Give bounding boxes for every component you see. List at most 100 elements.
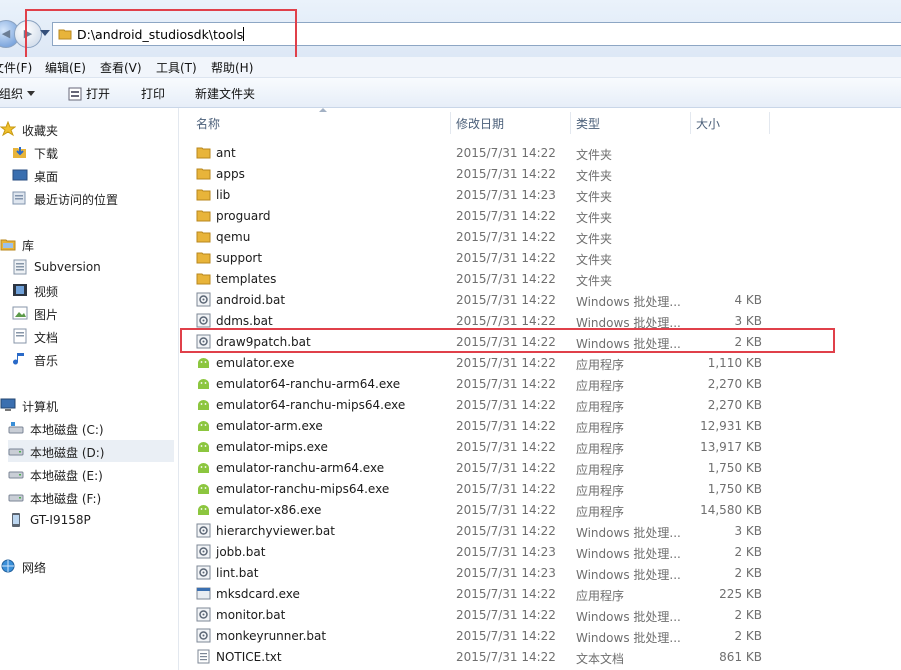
pane-splitter[interactable] xyxy=(178,108,185,670)
file-row[interactable]: monkeyrunner.bat 2015/7/31 14:22 Windows 批… xyxy=(190,625,830,646)
nav-music-label: 音乐 xyxy=(34,354,59,368)
file-row[interactable]: emulator-arm.exe 2015/7/31 14:22 应用程序 12,93… xyxy=(190,415,830,436)
file-type: 文件夹 xyxy=(576,169,613,183)
nav-drive-f-label: 本地磁盘 (F:) xyxy=(30,492,102,506)
file-row[interactable]: hierarchyviewer.bat 2015/7/31 14:22 Window… xyxy=(190,520,830,541)
nav-favorites-label: 收藏夹 xyxy=(22,124,59,138)
nav-device-phone[interactable]: GT-I9158P xyxy=(8,509,172,531)
organize-button[interactable]: 组织 xyxy=(0,85,36,102)
file-row[interactable]: emulator.exe 2015/7/31 14:22 应用程序 1,110 KB xyxy=(190,352,830,373)
file-size: 2,270 KB xyxy=(707,398,762,412)
file-name: apps xyxy=(216,167,245,181)
nav-drive-f[interactable]: 本地磁盘 (F:) xyxy=(8,486,172,508)
nav-desktop-label: 桌面 xyxy=(34,170,59,184)
navigation-pane: 收藏夹 下载 桌面 最近访问的位置 库 Subversion 视频 图片 文档 … xyxy=(0,108,178,670)
file-type: Windows 批处理... xyxy=(576,547,681,561)
system-drive-icon xyxy=(8,422,24,434)
nav-downloads[interactable]: 下载 xyxy=(12,141,172,163)
nav-recent-places-label: 最近访问的位置 xyxy=(34,193,119,207)
file-size: 1,750 KB xyxy=(707,482,762,496)
file-row[interactable]: monitor.bat 2015/7/31 14:22 Windows 批处理...… xyxy=(190,604,830,625)
menu-help[interactable]: 帮助(H) xyxy=(211,59,253,76)
column-name-header[interactable]: 名称 xyxy=(196,115,220,132)
nav-videos-label: 视频 xyxy=(34,285,59,299)
file-size: 861 KB xyxy=(719,650,762,664)
file-type: 文本文档 xyxy=(576,652,625,666)
file-row[interactable]: emulator-ranchu-arm64.exe 2015/7/31 14:22… xyxy=(190,457,830,478)
file-row[interactable]: lib 2015/7/31 14:23 文件夹 xyxy=(190,184,830,205)
video-library-icon xyxy=(13,284,27,296)
file-size: 2,270 KB xyxy=(707,377,762,391)
file-type: 文件夹 xyxy=(576,211,613,225)
menu-tools[interactable]: 工具(T) xyxy=(156,59,197,76)
column-divider[interactable] xyxy=(690,112,691,134)
new-folder-button[interactable]: 新建文件夹 xyxy=(195,85,255,102)
menu-edit[interactable]: 编辑(E) xyxy=(45,59,86,76)
file-row[interactable]: mksdcard.exe 2015/7/31 14:22 应用程序 225 KB xyxy=(190,583,830,604)
column-divider[interactable] xyxy=(450,112,451,134)
file-type: 应用程序 xyxy=(576,379,625,393)
column-divider[interactable] xyxy=(570,112,571,134)
nav-recent-places[interactable]: 最近访问的位置 xyxy=(12,187,172,209)
file-row[interactable]: proguard 2015/7/31 14:22 文件夹 xyxy=(190,205,830,226)
file-type: 应用程序 xyxy=(576,505,625,519)
file-row[interactable]: support 2015/7/31 14:22 文件夹 xyxy=(190,247,830,268)
menu-file[interactable]: 文件(F) xyxy=(0,59,32,76)
file-type: Windows 批处理... xyxy=(576,568,681,582)
android-app-icon xyxy=(198,505,209,515)
nav-drive-c[interactable]: 本地磁盘 (C:) xyxy=(8,417,172,439)
file-row[interactable]: apps 2015/7/31 14:22 文件夹 xyxy=(190,163,830,184)
file-name: android.bat xyxy=(216,293,286,307)
batch-file-icon xyxy=(196,292,211,307)
menu-bar: 文件(F) 编辑(E) 查看(V) 工具(T) 帮助(H) xyxy=(0,57,901,78)
nav-music[interactable]: 音乐 xyxy=(12,348,172,370)
nav-drive-e[interactable]: 本地磁盘 (E:) xyxy=(8,463,172,485)
menu-view[interactable]: 查看(V) xyxy=(100,59,142,76)
file-name: lib xyxy=(216,188,231,202)
nav-pictures[interactable]: 图片 xyxy=(12,302,172,324)
file-name: emulator-mips.exe xyxy=(216,440,328,454)
file-date: 2015/7/31 14:22 xyxy=(456,650,556,664)
nav-subversion-label: Subversion xyxy=(34,260,101,274)
column-date-header[interactable]: 修改日期 xyxy=(456,115,504,132)
file-row[interactable]: ant 2015/7/31 14:22 文件夹 xyxy=(190,142,830,163)
file-row[interactable]: NOTICE.txt 2015/7/31 14:22 文本文档 861 KB xyxy=(190,646,830,667)
file-size: 225 KB xyxy=(719,587,762,601)
nav-favorites[interactable]: 收藏夹 xyxy=(0,118,170,140)
column-size-header[interactable]: 大小 xyxy=(696,115,720,132)
file-date: 2015/7/31 14:22 xyxy=(456,482,556,496)
file-size: 14,580 KB xyxy=(700,503,762,517)
nav-videos[interactable]: 视频 xyxy=(12,279,172,301)
nav-subversion[interactable]: Subversion xyxy=(12,256,172,278)
nav-libraries[interactable]: 库 xyxy=(0,233,170,255)
file-name: support xyxy=(216,251,263,265)
file-name: emulator-ranchu-mips64.exe xyxy=(216,482,390,496)
file-row[interactable]: android.bat 2015/7/31 14:22 Windows 批处理...… xyxy=(190,289,830,310)
file-row[interactable]: emulator64-ranchu-arm64.exe 2015/7/31 14:… xyxy=(190,373,830,394)
nav-drive-d[interactable]: 本地磁盘 (D:) xyxy=(8,440,174,462)
file-row[interactable]: emulator-mips.exe 2015/7/31 14:22 应用程序 13,9… xyxy=(190,436,830,457)
file-name: emulator-x86.exe xyxy=(216,503,322,517)
file-row[interactable]: jobb.bat 2015/7/31 14:23 Windows 批处理... 2 K… xyxy=(190,541,830,562)
file-row[interactable]: templates 2015/7/31 14:22 文件夹 xyxy=(190,268,830,289)
nav-desktop[interactable]: 桌面 xyxy=(12,164,172,186)
dropdown-arrow-icon xyxy=(27,91,36,96)
file-type: 文件夹 xyxy=(576,190,613,204)
print-button[interactable]: 打印 xyxy=(141,85,165,102)
file-date: 2015/7/31 14:22 xyxy=(456,356,556,370)
file-date: 2015/7/31 14:22 xyxy=(456,146,556,160)
nav-network[interactable]: 网络 xyxy=(0,555,170,577)
file-row[interactable]: emulator-x86.exe 2015/7/31 14:22 应用程序 14,58… xyxy=(190,499,830,520)
file-row[interactable]: lint.bat 2015/7/31 14:23 Windows 批处理... 2 K… xyxy=(190,562,830,583)
column-divider[interactable] xyxy=(769,112,770,134)
file-row[interactable]: qemu 2015/7/31 14:22 文件夹 xyxy=(190,226,830,247)
file-row[interactable]: emulator64-ranchu-mips64.exe 2015/7/31 14… xyxy=(190,394,830,415)
nav-documents[interactable]: 文档 xyxy=(12,325,172,347)
file-date: 2015/7/31 14:22 xyxy=(456,314,556,328)
file-row[interactable]: emulator-ranchu-mips64.exe 2015/7/31 14:2… xyxy=(190,478,830,499)
file-type: Windows 批处理... xyxy=(576,295,681,309)
library-icon xyxy=(0,239,16,251)
column-type-header[interactable]: 类型 xyxy=(576,115,600,132)
nav-computer[interactable]: 计算机 xyxy=(0,394,170,416)
open-button[interactable]: 打开 xyxy=(68,85,110,102)
